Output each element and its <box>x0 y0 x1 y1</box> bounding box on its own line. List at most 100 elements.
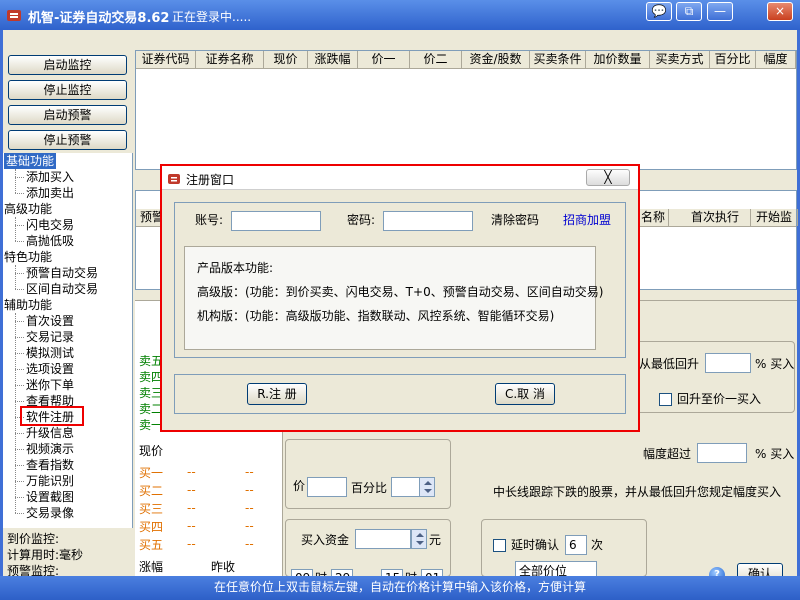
buy-funds-spinner[interactable] <box>411 529 427 549</box>
left-footer: 到价监控: 计算用时:毫秒 预警监控: <box>3 528 133 578</box>
dialog-app-icon <box>168 174 180 184</box>
buy-funds-label: 买入资金 <box>301 533 350 547</box>
tree-category-auxiliary[interactable]: 辅助功能 <box>4 297 52 313</box>
password-input[interactable] <box>383 211 473 231</box>
features-title: 产品版本功能: <box>197 261 274 275</box>
tree-item-range-auto-trade[interactable]: 区间自动交易 <box>26 281 98 297</box>
dialog-title: 注册窗口 <box>186 173 235 187</box>
status-bar: 在任意价位上双击鼠标左键，自动在价格计算中输入该价格，方便计算 <box>0 576 800 600</box>
left-panel: 启动监控 停止监控 启动预警 停止预警 基础功能 添加买入 添加卖出 高级功能 … <box>3 50 133 578</box>
col-add-qty[interactable]: 加价数量 <box>586 51 650 68</box>
col-price[interactable]: 现价 <box>264 51 308 68</box>
restore-icon[interactable]: ⧉ <box>676 2 702 21</box>
tree-item-flash-trade[interactable]: 闪电交易 <box>26 217 74 233</box>
buy1-label: 买一 <box>139 466 164 480</box>
stop-alert-button[interactable]: 停止预警 <box>8 130 127 150</box>
percent-input[interactable] <box>391 477 421 497</box>
chat-icon[interactable]: 💬 <box>646 2 672 21</box>
highlight-box <box>20 406 84 426</box>
buy-funds-input[interactable] <box>355 529 411 549</box>
col-funds[interactable]: 资金/股数 <box>462 51 530 68</box>
advanced-edition-text: 高级版：(功能：到价买卖、闪电交易、T+0、预警自动交易、区间自动交易) <box>197 285 604 299</box>
buy5-volume: -- <box>245 537 254 551</box>
buy2-volume: -- <box>245 483 254 497</box>
features-panel: 产品版本功能: 高级版：(功能：到价买卖、闪电交易、T+0、预警自动交易、区间自… <box>184 246 603 350</box>
buy2-label: 买二 <box>139 484 164 498</box>
rebound-to-price1-label: 回升至价一买入 <box>677 392 762 406</box>
buy1-price[interactable]: -- <box>187 465 196 479</box>
close-button[interactable]: × <box>767 2 793 21</box>
col-percent[interactable]: 百分比 <box>710 51 756 68</box>
col-first-exec[interactable]: 首次执行 <box>691 209 751 226</box>
percent-spinner[interactable] <box>419 477 435 497</box>
start-monitor-button[interactable]: 启动监控 <box>8 55 127 75</box>
cancel-button[interactable]: C.取 消 <box>495 383 555 405</box>
institution-edition-text: 机构版：(功能：高级版功能、指数联动、风控系统、智能循环交易) <box>197 309 555 323</box>
tree-item-high-low[interactable]: 高抛低吸 <box>26 233 74 249</box>
clear-password-button[interactable]: 清除密码 <box>491 211 539 229</box>
price-label: 价 <box>293 479 306 493</box>
tree-item-screenshot-setup[interactable]: 设置截图 <box>26 489 74 505</box>
order-grid[interactable]: 证券代码 证券名称 现价 涨跌幅 价一 价二 资金/股数 买卖条件 加价数量 买… <box>135 50 797 170</box>
prev-close-label: 昨收 <box>211 560 236 574</box>
stop-monitor-button[interactable]: 停止监控 <box>8 80 127 100</box>
start-alert-button[interactable]: 启动预警 <box>8 105 127 125</box>
tree-item-add-buy[interactable]: 添加买入 <box>26 169 74 185</box>
col-mode[interactable]: 买卖方式 <box>650 51 710 68</box>
calc-time-label: 计算用时:毫秒 <box>7 548 84 562</box>
dialog-close-button[interactable]: ╳ <box>586 169 630 186</box>
buy4-price[interactable]: -- <box>187 519 196 533</box>
col-condition[interactable]: 买卖条件 <box>530 51 586 68</box>
buy3-volume: -- <box>245 501 254 515</box>
buy5-label: 买五 <box>139 538 164 552</box>
tree-item-universal-recognition[interactable]: 万能识别 <box>26 473 74 489</box>
delay-count-input[interactable]: 6 <box>565 535 587 555</box>
tree-item-trade-records[interactable]: 交易记录 <box>26 329 74 345</box>
app-icon <box>7 10 21 21</box>
col-price2[interactable]: 价二 <box>410 51 462 68</box>
tree-item-view-index[interactable]: 查看指数 <box>26 457 74 473</box>
account-input[interactable] <box>231 211 321 231</box>
tree-category-basic[interactable]: 基础功能 <box>4 153 57 169</box>
tree-item-mini-order[interactable]: 迷你下单 <box>26 377 74 393</box>
tree-category-special[interactable]: 特色功能 <box>4 249 52 265</box>
yuan-label: 元 <box>429 533 442 547</box>
password-label: 密码: <box>347 213 376 227</box>
dialog-footer: R.注 册 C.取 消 <box>174 374 626 414</box>
tree-item-simulation[interactable]: 模拟测试 <box>26 345 74 361</box>
delay-confirm-checkbox[interactable] <box>493 539 506 552</box>
register-dialog: 注册窗口 ╳ 账号: 密码: 清除密码 招商加盟 产品版本功能: 高级版：(功能… <box>160 164 640 432</box>
tree-item-trade-recording[interactable]: 交易录像 <box>26 505 74 521</box>
buy2-price[interactable]: -- <box>187 483 196 497</box>
col-name[interactable]: 证券名称 <box>196 51 264 68</box>
col-alert-name[interactable]: 名称 <box>641 209 669 226</box>
tree-item-add-sell[interactable]: 添加卖出 <box>26 185 74 201</box>
dialog-title-bar: 注册窗口 ╳ <box>162 166 638 190</box>
tree-item-first-setup[interactable]: 首次设置 <box>26 313 74 329</box>
account-label: 账号: <box>195 213 224 227</box>
amplitude-input[interactable] <box>697 443 747 463</box>
register-button[interactable]: R.注 册 <box>247 383 307 405</box>
tree-item-options[interactable]: 选项设置 <box>26 361 74 377</box>
col-change[interactable]: 涨跌幅 <box>308 51 358 68</box>
tree-item-upgrade-info[interactable]: 升级信息 <box>26 425 74 441</box>
tree-category-advanced[interactable]: 高级功能 <box>4 201 52 217</box>
rebound-percent-input[interactable] <box>705 353 751 373</box>
merchant-link[interactable]: 招商加盟 <box>563 211 611 229</box>
minimize-button[interactable]: — <box>707 2 733 21</box>
buy3-label: 买三 <box>139 502 164 516</box>
tree-item-alert-auto-trade[interactable]: 预警自动交易 <box>26 265 98 281</box>
buy4-label: 买四 <box>139 520 164 534</box>
price-input[interactable] <box>307 477 347 497</box>
col-code[interactable]: 证券代码 <box>136 51 196 68</box>
buy5-price[interactable]: -- <box>187 537 196 551</box>
tree-item-video-demo[interactable]: 视频演示 <box>26 441 74 457</box>
buy4-volume: -- <box>245 519 254 533</box>
rebound-percent-buy-label: % 买入 <box>755 357 795 371</box>
col-price1[interactable]: 价一 <box>358 51 410 68</box>
function-tree: 基础功能 添加买入 添加卖出 高级功能 闪电交易 高抛低吸 特色功能 预警自动交… <box>3 153 133 528</box>
col-start-monitor[interactable]: 开始监 <box>756 209 798 226</box>
buy3-price[interactable]: -- <box>187 501 196 515</box>
rebound-to-price1-checkbox[interactable] <box>659 393 672 406</box>
col-range[interactable]: 幅度 <box>756 51 796 68</box>
